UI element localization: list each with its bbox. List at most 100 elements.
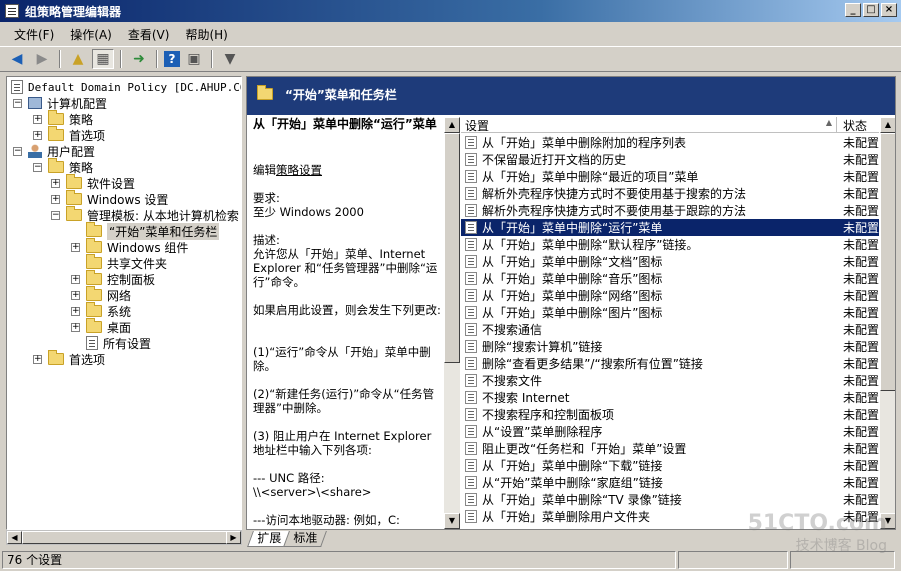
tree-item-computer-policies[interactable]: + 策略 (33, 110, 94, 127)
tree-item-network[interactable]: + 网络 (71, 286, 131, 303)
menu-file[interactable]: 文件(F) (6, 24, 62, 45)
collapse-icon[interactable]: − (13, 146, 22, 156)
table-row[interactable]: 从「开始」菜单中删除“TV 录像”链接 未配置 (461, 491, 879, 508)
scroll-up-icon[interactable]: ▲ (444, 117, 460, 133)
scroll-up-icon[interactable]: ▲ (880, 117, 895, 133)
menu-help[interactable]: 帮助(H) (177, 24, 235, 45)
maximize-button[interactable]: □ (863, 3, 879, 17)
expand-icon[interactable]: + (51, 194, 60, 204)
tree-item-windows-components[interactable]: + Windows 组件 (71, 238, 188, 255)
expand-icon[interactable]: + (51, 178, 60, 188)
setting-name: 从「开始」菜单中删除“TV 录像”链接 (482, 493, 682, 507)
table-row[interactable]: 删除“搜索计算机”链接 未配置 (461, 338, 879, 355)
export-list-icon[interactable]: ➜ (128, 49, 150, 69)
tree-item-shared-folders[interactable]: 共享文件夹 (86, 254, 167, 271)
table-row[interactable]: 从「开始」菜单中删除“下载”链接 未配置 (461, 457, 879, 474)
setting-state: 未配置 (842, 289, 879, 303)
setting-name: 从「开始」菜单中删除附加的程序列表 (482, 136, 687, 150)
table-row[interactable]: 删除“查看更多结果”/“搜索所有位置”链接 未配置 (461, 355, 879, 372)
policy-setting-icon (465, 153, 477, 166)
tree-item-start-menu-taskbar[interactable]: “开始”菜单和任务栏 (86, 222, 220, 240)
scroll-down-icon[interactable]: ▼ (444, 513, 460, 529)
tree-item-system[interactable]: + 系统 (71, 302, 131, 319)
policy-doc-icon (11, 80, 23, 94)
table-row[interactable]: 从「开始」菜单中删除“默认程序”链接。 未配置 (461, 236, 879, 253)
table-row[interactable]: 从「开始」菜单中删除“图片”图标 未配置 (461, 304, 879, 321)
table-row[interactable]: 不搜索文件 未配置 (461, 372, 879, 389)
tree-root[interactable]: Default Domain Policy [DC.AHUP.COM] (11, 79, 241, 95)
menu-action[interactable]: 操作(A) (62, 24, 120, 45)
setting-name: 阻止更改“任务栏和「开始」菜单”设置 (482, 442, 687, 456)
properties-icon[interactable]: ▣ (183, 49, 205, 69)
expand-icon[interactable]: + (71, 306, 80, 316)
show-hide-tree-icon[interactable]: ▦ (92, 49, 114, 69)
tree-item-label: “开始”菜单和任务栏 (107, 222, 220, 240)
tree-item-software-settings[interactable]: + 软件设置 (51, 174, 135, 191)
back-arrow-icon[interactable]: ◀ (6, 49, 28, 69)
scroll-right-icon[interactable]: ▶ (226, 531, 241, 544)
description-scrollbar[interactable]: ▲ ▼ (444, 117, 460, 529)
table-row[interactable]: 从「开始」菜单中删除附加的程序列表 未配置 (461, 134, 879, 151)
filter-icon[interactable]: ▼ (219, 49, 241, 69)
help-icon[interactable]: ? (164, 51, 180, 67)
collapse-icon[interactable]: − (13, 98, 22, 108)
expand-icon[interactable]: + (71, 274, 80, 284)
expand-icon[interactable]: + (71, 322, 80, 332)
setting-name: 删除“查看更多结果”/“搜索所有位置”链接 (482, 357, 703, 371)
close-button[interactable]: × (881, 3, 897, 17)
table-row[interactable]: 从「开始」菜单中删除“运行”菜单 未配置 (461, 219, 879, 236)
expand-icon[interactable]: + (71, 242, 80, 252)
tree-item-computer-config[interactable]: − 计算机配置 (13, 95, 107, 111)
table-row[interactable]: 不搜索 Internet 未配置 (461, 389, 879, 406)
scroll-thumb[interactable] (880, 133, 895, 391)
up-folder-icon[interactable]: ▲ (67, 49, 89, 69)
expand-icon[interactable]: + (33, 114, 42, 124)
edit-policy-link[interactable]: 策略设置 (276, 163, 322, 177)
tree-item-label: 管理模板: 从本地计算机检索 (87, 208, 239, 223)
settings-list: 设置 ▲ 状态 从「开始」菜单中删除附加的程序列表 未配置 不保留最近打开文档的历史… (461, 117, 879, 529)
tree-item-all-settings[interactable]: 所有设置 (86, 335, 151, 351)
scroll-left-icon[interactable]: ◀ (7, 531, 22, 544)
list-scrollbar[interactable]: ▲ ▼ (880, 117, 895, 529)
minimize-button[interactable]: _ (845, 3, 861, 17)
tree-item-computer-preferences[interactable]: + 首选项 (33, 126, 105, 143)
enabled-text: 如果启用此设置，则会发生下列更改: (253, 303, 441, 317)
tree-item-user-preferences[interactable]: + 首选项 (33, 350, 105, 367)
menu-view[interactable]: 查看(V) (120, 24, 178, 45)
tree-horizontal-scrollbar[interactable]: ◀ ▶ (6, 530, 242, 545)
edit-prefix: 编辑 (253, 163, 276, 177)
expand-icon[interactable]: + (33, 130, 42, 140)
table-row[interactable]: 不搜索程序和控制面板项 未配置 (461, 406, 879, 423)
tree-item-user-config[interactable]: − 用户配置 (13, 143, 95, 159)
table-row[interactable]: 从“设置”菜单删除程序 未配置 (461, 423, 879, 440)
table-row[interactable]: 解析外壳程序快捷方式时不要使用基于搜索的方法 未配置 (461, 185, 879, 202)
tree-item-desktop[interactable]: + 桌面 (71, 318, 131, 335)
toolbar-separator (59, 50, 61, 68)
forward-arrow-icon[interactable]: ▶ (31, 49, 53, 69)
collapse-icon[interactable]: − (51, 210, 60, 220)
table-row[interactable]: 阻止更改“任务栏和「开始」菜单”设置 未配置 (461, 440, 879, 457)
expand-icon[interactable]: + (71, 290, 80, 300)
setting-state: 未配置 (842, 391, 879, 405)
table-row[interactable]: 从「开始」菜单中删除“最近的项目”菜单 未配置 (461, 168, 879, 185)
tree-item-control-panel[interactable]: + 控制面板 (71, 270, 155, 287)
scroll-thumb[interactable] (444, 133, 460, 363)
table-row[interactable]: 从「开始」菜单中删除“网络”图标 未配置 (461, 287, 879, 304)
tab-standard[interactable]: 标准 (283, 531, 327, 547)
table-row[interactable]: 不保留最近打开文档的历史 未配置 (461, 151, 879, 168)
table-row[interactable]: 解析外壳程序快捷方式时不要使用基于跟踪的方法 未配置 (461, 202, 879, 219)
column-header-setting[interactable]: 设置 ▲ (461, 117, 837, 133)
description-title: 从「开始」菜单中删除“运行”菜单 (253, 117, 437, 131)
table-row[interactable]: 从「开始」菜单中删除“音乐”图标 未配置 (461, 270, 879, 287)
collapse-icon[interactable]: − (33, 162, 42, 172)
tree-item-windows-settings[interactable]: + Windows 设置 (51, 190, 168, 207)
tree-item-label: 策略 (69, 112, 94, 127)
scroll-thumb[interactable] (22, 531, 228, 544)
expand-icon[interactable]: + (33, 354, 42, 364)
tree-item-user-policies[interactable]: − 策略 (33, 158, 93, 175)
tree-item-admin-templates[interactable]: − 管理模板: 从本地计算机检索 (51, 206, 239, 223)
table-row[interactable]: 从“开始”菜单中删除“家庭组”链接 未配置 (461, 474, 879, 491)
column-header-state[interactable]: 状态 (837, 117, 879, 133)
table-row[interactable]: 从「开始」菜单中删除“文档”图标 未配置 (461, 253, 879, 270)
table-row[interactable]: 不搜索通信 未配置 (461, 321, 879, 338)
